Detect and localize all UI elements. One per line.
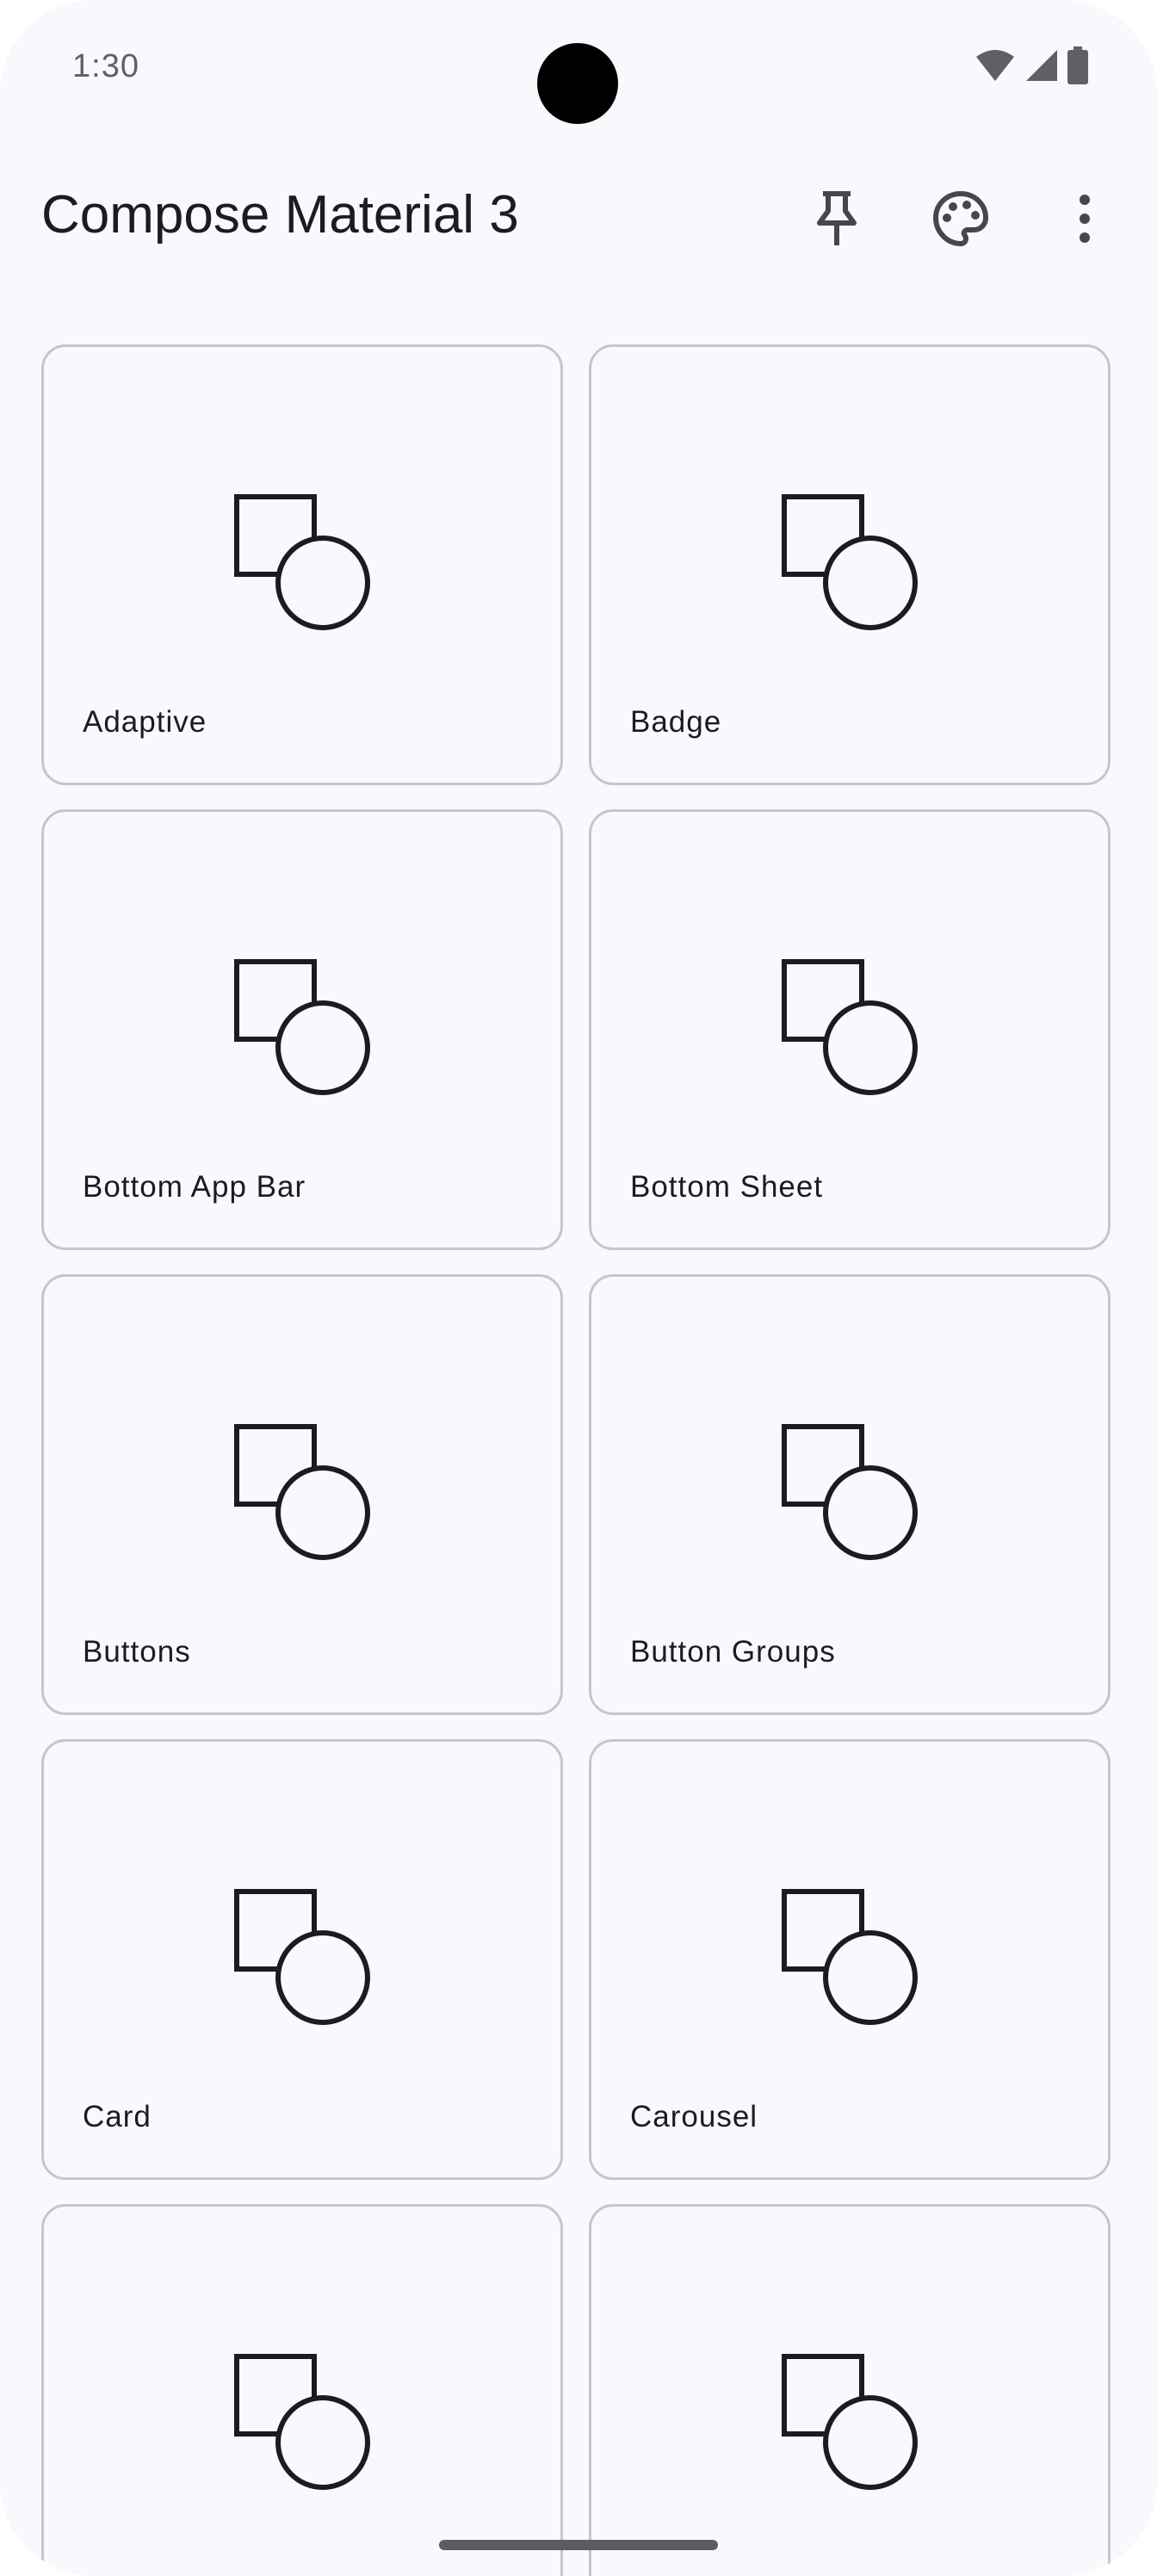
component-card-label: Badge <box>630 705 722 739</box>
component-card[interactable]: Card <box>41 1739 563 2180</box>
component-card-label: Button Groups <box>630 1635 836 1669</box>
signal-icon <box>1024 48 1059 87</box>
camera-cutout <box>537 43 618 124</box>
top-app-bar: Compose Material 3 <box>0 164 1157 276</box>
component-card-label: Adaptive <box>83 705 207 739</box>
status-bar: 1:30 <box>0 0 1157 138</box>
component-card-label: Bottom App Bar <box>83 1170 306 1204</box>
component-card[interactable]: Adaptive <box>41 344 563 785</box>
palette-icon <box>932 190 989 251</box>
status-time: 1:30 <box>72 48 139 84</box>
component-card[interactable]: Button Groups <box>589 1274 1111 1715</box>
component-card[interactable]: Badge <box>589 344 1111 785</box>
pin-button[interactable] <box>795 179 878 262</box>
component-card[interactable] <box>589 2204 1111 2576</box>
shapes-icon <box>781 2353 927 2499</box>
more-options-button[interactable] <box>1043 179 1126 262</box>
shapes-icon <box>781 958 927 1105</box>
app-screen: 1:30 Compose Material 3 Adaptive Badge B… <box>0 0 1157 2576</box>
pin-icon <box>813 190 861 251</box>
shapes-icon <box>233 1423 380 1570</box>
wifi-icon <box>974 48 1016 87</box>
shapes-icon <box>233 2353 380 2499</box>
shapes-icon <box>781 1423 927 1570</box>
component-card-label: Carousel <box>630 2100 758 2133</box>
app-title: Compose Material 3 <box>41 185 519 245</box>
more-vert-icon <box>1078 194 1092 247</box>
shapes-icon <box>781 493 927 640</box>
shapes-icon <box>233 493 380 640</box>
home-indicator[interactable] <box>439 2540 718 2550</box>
component-card[interactable]: Carousel <box>589 1739 1111 2180</box>
component-card-label: Bottom Sheet <box>630 1170 824 1204</box>
component-card-label: Buttons <box>83 1635 191 1669</box>
component-card[interactable] <box>41 2204 563 2576</box>
shapes-icon <box>781 1888 927 2034</box>
component-card[interactable]: Bottom App Bar <box>41 809 563 1250</box>
component-card[interactable]: Buttons <box>41 1274 563 1715</box>
battery-icon <box>1067 46 1088 89</box>
theme-palette-button[interactable] <box>919 179 1002 262</box>
component-card[interactable]: Bottom Sheet <box>589 809 1111 1250</box>
component-card-label: Card <box>83 2100 152 2133</box>
status-icons <box>974 46 1088 89</box>
shapes-icon <box>233 1888 380 2034</box>
shapes-icon <box>233 958 380 1105</box>
